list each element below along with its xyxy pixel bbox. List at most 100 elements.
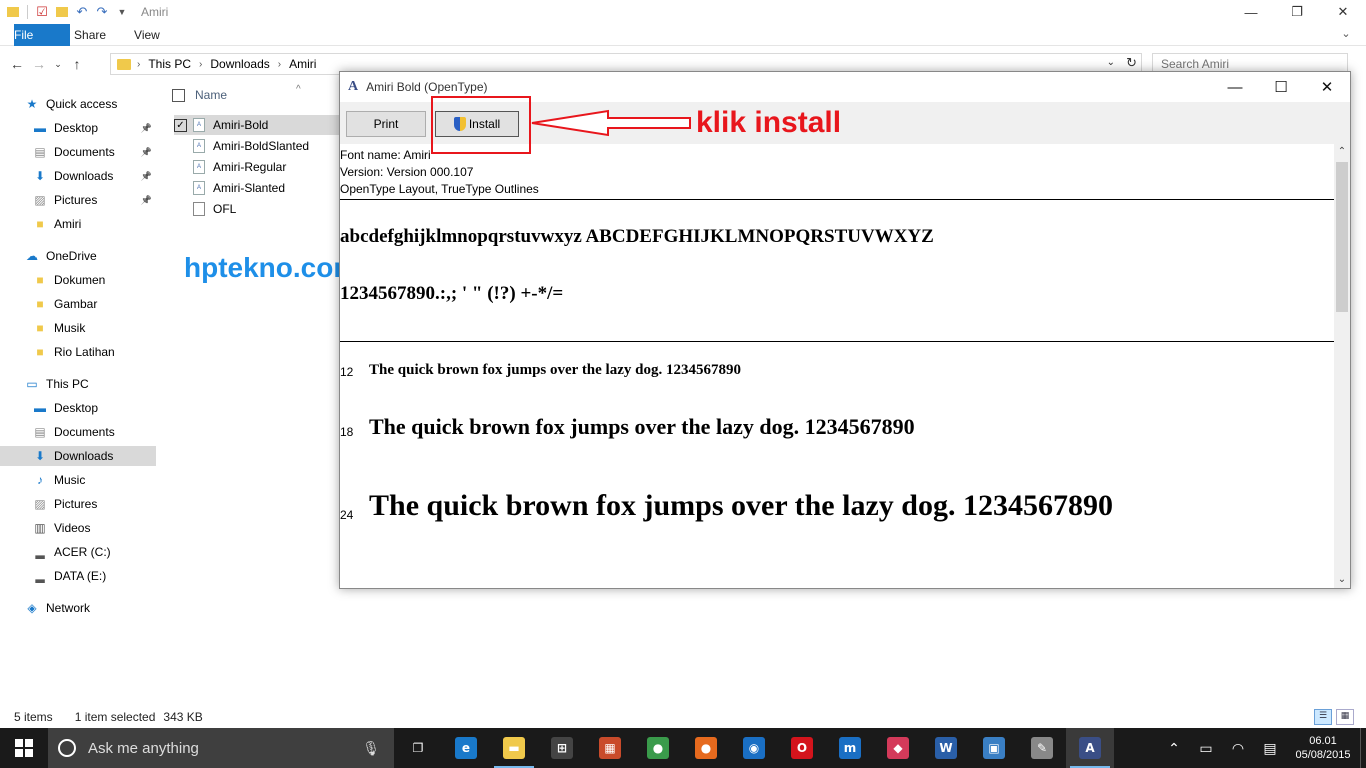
- address-dropdown-icon[interactable]: ⌄: [1107, 57, 1115, 68]
- edge-taskbar-button[interactable]: e: [442, 728, 490, 768]
- app-taskbar-button[interactable]: ◆: [874, 728, 922, 768]
- sidebar-item-acer-c[interactable]: ▂ ACER (C:): [0, 542, 156, 562]
- sidebar-item-musik[interactable]: ■ Musik: [0, 318, 156, 338]
- sidebar-item-dokumen[interactable]: ■ Dokumen: [0, 270, 156, 290]
- sidebar-item-documents[interactable]: ▤ Documents 📌: [0, 142, 156, 162]
- monitor-taskbar-button[interactable]: ▣: [970, 728, 1018, 768]
- tab-file[interactable]: File: [14, 23, 70, 46]
- sidebar-item-documents[interactable]: ▤ Documents: [0, 422, 156, 442]
- opera-taskbar-button[interactable]: O: [778, 728, 826, 768]
- undo-icon[interactable]: ↶: [73, 3, 91, 21]
- sample-size-12: 12: [340, 365, 354, 379]
- name-column-header[interactable]: Name: [195, 88, 227, 102]
- sidebar-item-pictures[interactable]: ▨ Pictures 📌: [0, 190, 156, 210]
- sidebar-item-label: Rio Latihan: [54, 345, 115, 359]
- new-folder-icon[interactable]: [53, 3, 71, 21]
- browser-taskbar-button[interactable]: ◉: [730, 728, 778, 768]
- back-button[interactable]: ←: [6, 52, 28, 76]
- pin-icon[interactable]: 📌: [141, 123, 152, 134]
- explorer-title-bar: ☑ ↶ ↷ ▼ Amiri — ❐ ✕: [0, 0, 1366, 24]
- notifications-icon[interactable]: ▤: [1254, 740, 1286, 757]
- font-viewer-taskbar-button[interactable]: A: [1066, 728, 1114, 768]
- minimize-button[interactable]: —: [1212, 72, 1258, 102]
- sidebar-item-music[interactable]: ♪ Music: [0, 470, 156, 490]
- wifi-icon[interactable]: ◠: [1222, 740, 1254, 757]
- file-name: Amiri-Regular: [213, 160, 287, 174]
- tiles-taskbar-button[interactable]: ▦: [586, 728, 634, 768]
- sidebar-item-rio-latihan[interactable]: ■ Rio Latihan: [0, 342, 156, 362]
- folder-icon: ■: [36, 297, 44, 311]
- store-taskbar-button[interactable]: ⊞: [538, 728, 586, 768]
- details-view-icon[interactable]: ☰: [1314, 709, 1332, 725]
- scroll-down-icon[interactable]: ⌄: [1334, 572, 1350, 588]
- pin-icon[interactable]: 📌: [141, 171, 152, 182]
- sidebar-item-label: Desktop: [54, 401, 99, 415]
- file-item[interactable]: ✓ A Amiri-Bold: [174, 115, 340, 135]
- start-button[interactable]: [0, 728, 48, 768]
- sidebar-item-network[interactable]: ◈ Network: [0, 598, 156, 618]
- maximize-button[interactable]: ☐: [1258, 72, 1304, 102]
- preview-scrollbar[interactable]: ⌃ ⌄: [1334, 144, 1350, 588]
- file-explorer-taskbar-button[interactable]: ▬: [490, 728, 538, 768]
- scroll-thumb[interactable]: [1336, 162, 1348, 312]
- pin-icon[interactable]: 📌: [141, 147, 152, 158]
- search-input[interactable]: [1161, 57, 1321, 71]
- sidebar-item-this-pc[interactable]: ▭ This PC: [0, 374, 156, 394]
- clock[interactable]: 06.01 05/08/2015: [1286, 734, 1360, 762]
- select-all-checkbox[interactable]: [172, 88, 185, 102]
- chrome-taskbar-button[interactable]: ●: [634, 728, 682, 768]
- sidebar-item-desktop[interactable]: ▬ Desktop: [0, 398, 156, 418]
- file-item[interactable]: A Amiri-Regular: [174, 157, 340, 177]
- file-item[interactable]: A Amiri-Slanted: [174, 178, 340, 198]
- customize-toolbar-icon[interactable]: ▼: [113, 3, 131, 21]
- sidebar-item-videos[interactable]: ▥ Videos: [0, 518, 156, 538]
- breadcrumb-amiri[interactable]: Amiri: [289, 57, 316, 71]
- sidebar-item-quick-access[interactable]: ★ Quick access: [0, 94, 156, 114]
- redo-icon[interactable]: ↷: [93, 3, 111, 21]
- maxthon-taskbar-button[interactable]: m: [826, 728, 874, 768]
- scroll-up-icon[interactable]: ⌃: [1334, 144, 1350, 160]
- show-desktop-button[interactable]: [1360, 728, 1366, 768]
- up-button[interactable]: ↑: [66, 52, 88, 76]
- minimize-button[interactable]: —: [1228, 0, 1274, 24]
- task-view-taskbar-button[interactable]: ❐: [394, 728, 442, 768]
- show-hidden-icons-icon[interactable]: ⌃: [1158, 740, 1190, 757]
- sidebar-item-desktop[interactable]: ▬ Desktop 📌: [0, 118, 156, 138]
- battery-icon[interactable]: ▭: [1190, 740, 1222, 757]
- breadcrumb-this-pc[interactable]: This PC: [148, 57, 191, 71]
- font-layout: OpenType Layout, TrueType Outlines: [340, 182, 539, 196]
- sidebar-item-downloads[interactable]: ⬇ Downloads 📌: [0, 166, 156, 186]
- firefox-taskbar-button[interactable]: ●: [682, 728, 730, 768]
- recent-locations-icon[interactable]: ⌄: [50, 52, 66, 76]
- column-header[interactable]: Name ^: [172, 84, 301, 102]
- file-checkbox[interactable]: ✓: [174, 118, 187, 132]
- sidebar-item-label: Dokumen: [54, 273, 106, 287]
- tab-view[interactable]: View: [120, 24, 174, 46]
- properties-icon[interactable]: ☑: [33, 3, 51, 21]
- expand-ribbon-icon[interactable]: ⌄: [1338, 27, 1354, 43]
- close-button[interactable]: ✕: [1320, 0, 1366, 24]
- refresh-icon[interactable]: ↻: [1126, 55, 1137, 71]
- file-item[interactable]: A Amiri-BoldSlanted: [174, 136, 340, 156]
- sidebar-item-onedrive[interactable]: ☁ OneDrive: [0, 246, 156, 266]
- microphone-icon[interactable]: 🎙: [362, 740, 380, 757]
- restore-button[interactable]: ❐: [1274, 0, 1320, 24]
- sidebar-item-gambar[interactable]: ■ Gambar: [0, 294, 156, 314]
- print-button[interactable]: Print: [346, 111, 426, 137]
- cortana-search-box[interactable]: Ask me anything 🎙: [48, 728, 394, 768]
- font-version: Version: Version 000.107: [340, 165, 474, 179]
- wps-writer-taskbar-button[interactable]: W: [922, 728, 970, 768]
- pin-icon[interactable]: 📌: [141, 195, 152, 206]
- breadcrumb-downloads[interactable]: Downloads: [210, 57, 269, 71]
- sidebar-item-downloads[interactable]: ⬇ Downloads: [0, 446, 156, 466]
- forward-button[interactable]: →: [28, 52, 50, 76]
- close-button[interactable]: ✕: [1304, 72, 1350, 102]
- large-icons-view-icon[interactable]: ▦: [1336, 709, 1354, 725]
- sidebar-item-pictures[interactable]: ▨ Pictures: [0, 494, 156, 514]
- sidebar-item-data-e[interactable]: ▂ DATA (E:): [0, 566, 156, 586]
- file-item[interactable]: OFL: [174, 199, 340, 219]
- desktop-icon: ▬: [34, 401, 46, 415]
- paint-taskbar-button[interactable]: ✎: [1018, 728, 1066, 768]
- sidebar-item-label: Amiri: [54, 217, 82, 231]
- sidebar-item-amiri[interactable]: ■ Amiri: [0, 214, 156, 234]
